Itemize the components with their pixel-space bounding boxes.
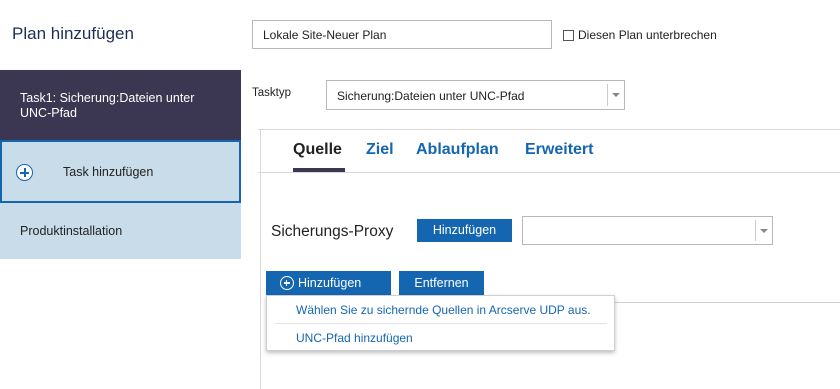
divider-vertical	[260, 129, 261, 389]
menu-item-select-udp-sources[interactable]: Wählen Sie zu sichernde Quellen in Arcse…	[296, 303, 591, 317]
sidebar-item-product-install[interactable]: Produktinstallation	[0, 203, 241, 259]
page-title: Plan hinzufügen	[12, 24, 134, 43]
sidebar: Task1: Sicherung:Dateien unter UNC-Pfad …	[0, 70, 241, 259]
pause-plan-checkbox-row[interactable]: Diesen Plan unterbrechen	[563, 28, 717, 42]
chevron-down-icon[interactable]	[612, 93, 620, 97]
menu-item-add-unc-path[interactable]: UNC-Pfad hinzufügen	[296, 331, 413, 345]
plus-circle-icon	[280, 276, 294, 290]
tab-ablaufplan[interactable]: Ablaufplan	[416, 141, 499, 159]
chevron-down-icon[interactable]	[760, 229, 768, 233]
add-source-dropdown-menu: Wählen Sie zu sichernde Quellen in Arcse…	[266, 295, 615, 351]
tab-quelle[interactable]: Quelle	[293, 141, 342, 159]
proxy-add-button[interactable]: Hinzufügen	[417, 219, 512, 242]
source-add-button[interactable]: Hinzufügen	[266, 271, 391, 295]
proxy-select[interactable]	[522, 216, 773, 245]
sidebar-item-label: Task hinzufügen	[63, 165, 154, 179]
proxy-label: Sicherungs-Proxy	[271, 223, 394, 240]
active-tab-indicator	[293, 168, 345, 172]
tab-ziel[interactable]: Ziel	[366, 141, 394, 159]
pause-plan-checkbox[interactable]	[563, 29, 574, 41]
pause-plan-label: Diesen Plan unterbrechen	[578, 28, 717, 42]
tasktype-label: Tasktyp	[252, 87, 291, 99]
select-divider	[607, 84, 608, 106]
sidebar-item-label: Produktinstallation	[20, 224, 123, 238]
tasktype-value: Sicherung:Dateien unter UNC-Pfad	[337, 89, 525, 103]
tab-divider	[258, 172, 840, 173]
plan-name-input[interactable]	[252, 20, 552, 49]
menu-divider	[275, 323, 607, 324]
source-remove-button[interactable]: Entfernen	[399, 271, 484, 295]
select-divider	[755, 220, 756, 241]
tasktype-select[interactable]: Sicherung:Dateien unter UNC-Pfad	[326, 80, 625, 110]
sidebar-item-task1[interactable]: Task1: Sicherung:Dateien unter UNC-Pfad	[0, 70, 241, 140]
tab-erweitert[interactable]: Erweitert	[525, 141, 593, 159]
plus-circle-icon	[16, 164, 33, 181]
sidebar-item-add-task[interactable]: Task hinzufügen	[0, 140, 241, 203]
divider	[258, 129, 840, 130]
source-add-label: Hinzufügen	[298, 276, 362, 290]
